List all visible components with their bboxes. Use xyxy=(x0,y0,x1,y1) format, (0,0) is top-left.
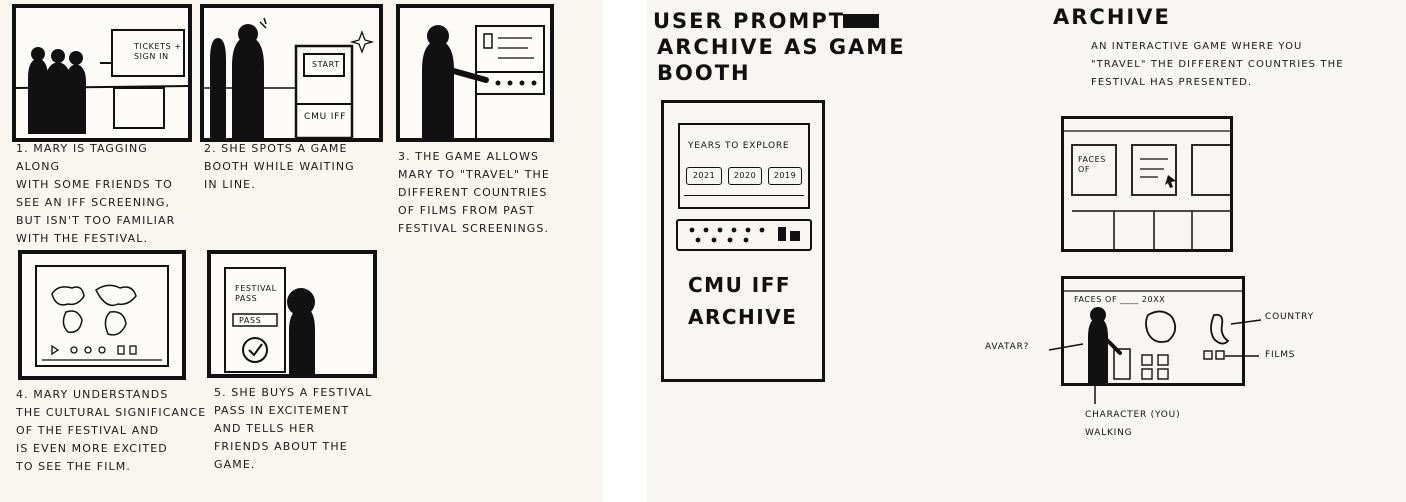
country-annotation: Country xyxy=(1265,312,1314,322)
booth-screen-label: Start xyxy=(312,60,340,69)
character-annotation: Character (you) walking xyxy=(1085,410,1181,438)
prompt-heading: User prompt: xyxy=(653,9,855,33)
pass-button-label: Pass xyxy=(239,316,262,325)
pass-title-label: Festival pass xyxy=(235,284,277,303)
booth-sign-label: CMU IFF xyxy=(304,112,347,122)
caption-2: 2. She spots a game booth while waiting … xyxy=(204,142,355,191)
booth-screen: Years to explore 2021 2020 2019 xyxy=(678,123,810,209)
archive-title: Archive xyxy=(1053,5,1171,29)
storyboard-panel-2: Start CMU IFF xyxy=(200,4,383,142)
storyboard-panel-4 xyxy=(18,250,186,380)
caption-1: 1. Mary is tagging along with some frien… xyxy=(16,142,176,245)
year-button-1[interactable]: 2021 xyxy=(686,167,722,185)
browse-wireframe-sketch xyxy=(1064,130,1230,249)
playing-game-sketch xyxy=(422,25,545,138)
films-annotation: Films xyxy=(1265,350,1296,360)
festival-pass-sketch xyxy=(224,267,315,374)
game-booth-sketch xyxy=(204,17,375,138)
storyboard-page: Tickets + sign in Start CMU IFF xyxy=(0,0,603,502)
year-button-3[interactable]: 2019 xyxy=(768,167,802,185)
archive-description: An interactive game where you "travel" t… xyxy=(1091,41,1344,88)
storyboard-panel-3 xyxy=(396,4,554,142)
caption-4: 4. Mary understands the cultural signifi… xyxy=(16,388,207,473)
scribbled-out-word xyxy=(843,14,879,28)
prompt-subtitle: Archive as game booth xyxy=(657,35,906,85)
game-header-label: Faces of ____ 20XX xyxy=(1074,295,1166,304)
world-map-sketch xyxy=(35,265,169,367)
control-buttons xyxy=(689,227,800,243)
caption-3: 3. The game allows Mary to "travel" the … xyxy=(398,150,550,235)
avatar-annotation: Avatar? xyxy=(985,342,1030,352)
archive-browse-wireframe: Faces of xyxy=(1061,116,1233,252)
ticket-queue-sketch xyxy=(16,29,188,134)
game-booth-drawing: Years to explore 2021 2020 2019 CMU IFF … xyxy=(661,100,825,382)
booth-name-line: CMU IFF Archive xyxy=(688,273,798,329)
booth-control-panel xyxy=(676,219,812,251)
caption-5: 5. She buys a festival pass in excitemen… xyxy=(214,386,373,471)
faces-of-tile-label: Faces of xyxy=(1078,155,1106,174)
ticket-sign-label: Tickets + sign in xyxy=(134,42,182,61)
screen-title: Years to explore xyxy=(688,141,790,151)
storyboard-panel-1: Tickets + sign in xyxy=(12,4,192,142)
concept-page: User prompt: Archive as game booth Years… xyxy=(647,0,1406,502)
archive-game-wireframe: Faces of ____ 20XX xyxy=(1061,276,1245,386)
screen-bottom-row xyxy=(684,195,804,206)
year-button-2[interactable]: 2020 xyxy=(728,167,762,185)
storyboard-panel-5: Festival pass Pass xyxy=(207,250,377,378)
